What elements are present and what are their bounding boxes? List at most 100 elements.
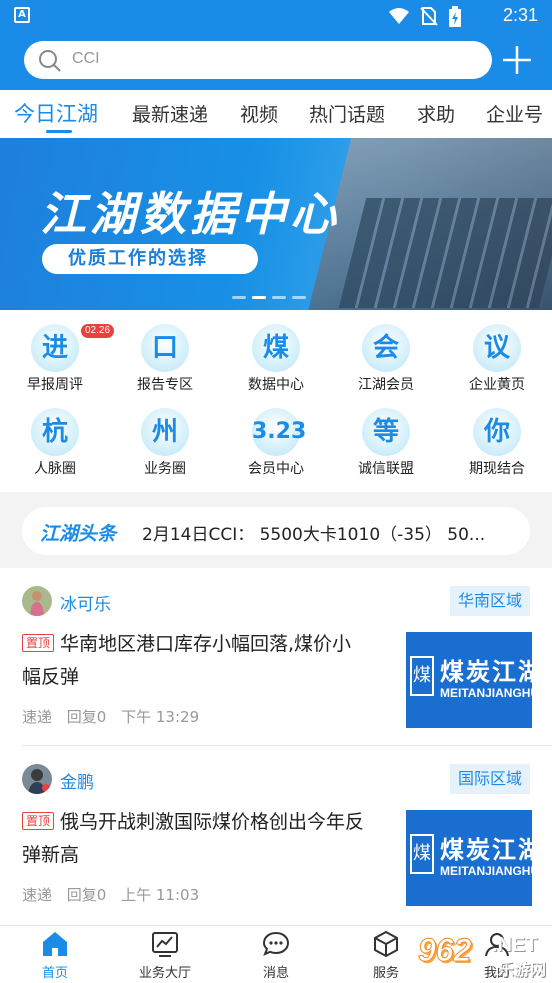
avatar[interactable] [22,586,52,616]
active-tab-indicator [46,130,72,133]
nav-label: 首页 [41,966,68,981]
tab-enterprise[interactable]: 企业号 [486,100,543,127]
tab-latest[interactable]: 最新速递 [132,100,208,127]
author-name[interactable]: 金鹏 [60,768,94,793]
watermark-number: 962 [417,932,472,969]
shortcut-morning-report[interactable]: 进 02.26 早报周评 [5,318,115,398]
chart-icon [152,932,178,957]
pinned-tag: 置顶 [22,812,55,830]
feed-post[interactable]: 冰可乐 华南区域 置顶 华南地区港口库存小幅回落,煤价小幅反弹 速递 回复0 下午… [0,568,552,746]
feed-post[interactable]: 金鹏 国际区域 置顶 俄乌开战刺激国际煤价格创出今年反弹新高 速递 回复0 上午 … [0,746,552,924]
shortcut-membership[interactable]: 会 江湖会员 [336,318,436,398]
headline-ticker[interactable]: 江湖头条 2月14日CCI： 5500大卡1010（-35） 50... [22,507,530,555]
logo-mark: 煤 [410,656,434,696]
chat-icon [262,931,290,956]
carousel-dots [232,296,306,299]
shortcut-integrity-alliance[interactable]: 等 诚信联盟 [336,402,436,482]
shortcut-label: 会员中心 [248,461,304,477]
shortcut-icon: 你 [473,408,521,456]
logo-en: MEITANJIANGHU [440,864,532,878]
shortcut-icon: 议 [473,324,521,372]
region-tag[interactable]: 国际区域 [449,764,530,794]
category-tabs: 今日江湖 最新速递 视频 热门话题 求助 企业号 [0,90,552,138]
tab-hot-topics[interactable]: 热门话题 [309,100,385,127]
logo-mark: 煤 [410,834,434,874]
pinned-tag: 置顶 [22,634,55,652]
shortcut-label: 人脉圈 [34,461,76,477]
carousel-dot-active [252,296,266,299]
post-type: 速递 [22,886,53,904]
status-icons [388,6,462,28]
carousel-dot [272,296,286,299]
post-thumbnail[interactable]: 煤 煤炭江湖 MEITANJIANGHU [406,632,532,728]
tab-help[interactable]: 求助 [417,100,455,127]
search-placeholder: CCI [72,50,100,67]
add-icon[interactable] [500,43,534,77]
shortcut-futures-spot[interactable]: 你 期现结合 [447,402,547,482]
banner-title: 江湖数据中心 [40,187,340,241]
battery-charging-icon [449,6,461,27]
date-badge: 02.26 [81,324,115,338]
post-title[interactable]: 置顶 华南地区港口库存小幅回落,煤价小幅反弹 [22,628,368,694]
laptop-image [303,138,552,310]
app-notification-icon: A [14,7,30,23]
shortcut-label: 江湖会员 [358,377,414,393]
tab-video[interactable]: 视频 [240,100,278,127]
avatar[interactable] [22,764,52,794]
shortcut-label: 数据中心 [248,377,304,393]
watermark-name: 乐游网 [498,960,547,979]
logo-name: 煤炭江湖 [440,658,532,686]
shortcut-business-circle[interactable]: 州 业务圈 [115,402,215,482]
home-icon [43,932,67,956]
shortcut-label: 报告专区 [137,377,193,393]
watermark-net: .NET [492,934,538,956]
nav-messages[interactable]: 消息 [226,930,326,981]
reply-count: 回复0 [66,886,107,904]
tab-today[interactable]: 今日江湖 [14,98,98,128]
author-name[interactable]: 冰可乐 [60,590,111,615]
shortcut-label: 业务圈 [144,461,186,477]
shortcut-label: 期现结合 [469,461,525,477]
region-tag[interactable]: 华南区域 [449,586,530,616]
shortcut-label: 诚信联盟 [358,461,414,477]
shortcut-network[interactable]: 杭 人脉圈 [5,402,105,482]
site-watermark: 962 .NET 乐游网 [417,930,552,983]
shortcut-data-center[interactable]: 煤 数据中心 [226,318,326,398]
post-meta: 速递 回复0 下午 13:29 [22,706,209,727]
wifi-icon [389,8,409,24]
shortcut-icon: 杭 [31,408,79,456]
clock: 2:31 [502,5,538,25]
promo-banner[interactable]: 江湖数据中心 优质工作的选择 [0,138,552,310]
shortcut-label: 早报周评 [27,377,83,393]
nav-business-hall[interactable]: 业务大厅 [115,930,215,981]
post-title-text: 俄乌开战刺激国际煤价格创出今年反弹新高 [22,811,365,866]
shortcut-label: 企业黄页 [469,377,525,393]
nav-label: 消息 [262,966,289,981]
post-time: 下午 13:29 [121,708,200,726]
banner-subtitle: 优质工作的选择 [42,244,258,274]
shortcut-icon: 口 [141,324,189,372]
search-icon [39,50,61,72]
post-thumbnail[interactable]: 煤 煤炭江湖 MEITANJIANGHU [406,810,532,906]
nav-home[interactable]: 首页 [5,930,105,981]
shortcut-yellow-pages[interactable]: 议 企业黄页 [447,318,547,398]
shortcut-icon: 煤 [252,324,300,372]
post-title[interactable]: 置顶 俄乌开战刺激国际煤价格创出今年反弹新高 [22,806,368,872]
headline-tag: 江湖头条 [40,523,117,545]
shortcut-reports[interactable]: 口 报告专区 [115,318,215,398]
headline-text: 2月14日CCI： 5500大卡1010（-35） 50... [142,525,486,545]
status-bar: A 2:31 [0,0,552,32]
reply-count: 回复0 [66,708,107,726]
shortcut-icon: 州 [141,408,189,456]
logo-en: MEITANJIANGHU [440,686,532,700]
logo-name: 煤炭江湖 [440,836,532,864]
search-header: CCI [0,32,552,90]
post-title-text: 华南地区港口库存小幅回落,煤价小幅反弹 [22,633,352,688]
search-input[interactable]: CCI [24,41,492,79]
shortcut-icon: 进 [31,324,79,372]
carousel-dot [292,296,306,299]
no-sim-icon [420,7,438,26]
nav-label: 业务大厅 [138,966,191,981]
post-type: 速递 [22,708,53,726]
shortcut-member-center[interactable]: 3.23 会员中心 [226,402,326,482]
